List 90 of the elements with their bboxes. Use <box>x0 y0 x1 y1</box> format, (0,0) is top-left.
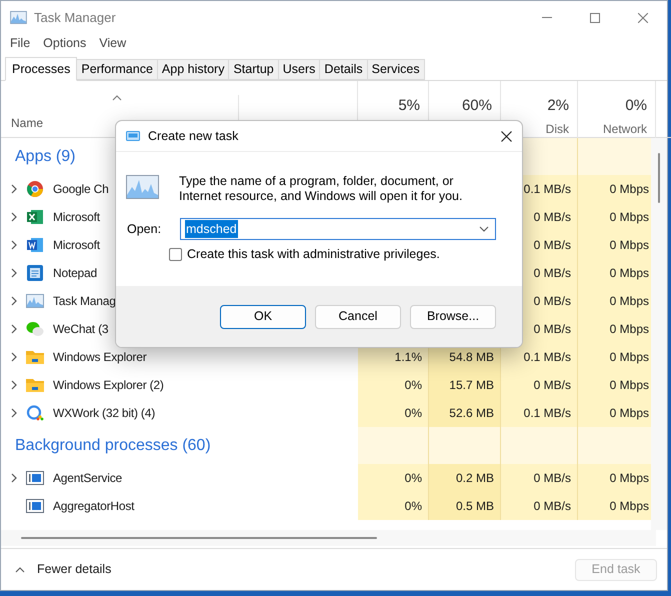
process-name: WeChat (3 <box>53 321 108 338</box>
expand-chevron-icon[interactable] <box>11 240 17 250</box>
tab[interactable]: App history <box>158 59 230 80</box>
menu-item[interactable]: File <box>10 34 30 52</box>
memory-percent: 60% <box>462 96 492 116</box>
tab[interactable]: Processes <box>5 57 78 81</box>
tab[interactable]: Services <box>368 59 425 80</box>
chat-bubbles-icon <box>26 321 44 337</box>
table-cell: 0% <box>358 464 429 492</box>
checkbox[interactable] <box>169 248 182 261</box>
process-name: Microsoft <box>53 237 100 254</box>
dialog-message: Type the name of a program, folder, document, or Internet resource, and Windows will open it for you. <box>179 174 464 204</box>
tab[interactable]: Users <box>278 59 320 80</box>
process-name: WXWork (32 bit) (4) <box>53 405 155 422</box>
expand-chevron-icon[interactable] <box>11 380 17 390</box>
chat-bubble-icon <box>26 405 44 421</box>
chart-window-icon <box>26 294 44 308</box>
table-cell: 0.1 MB/s <box>501 399 578 427</box>
process-name: Windows Explorer <box>53 349 146 366</box>
dropdown-caret-icon[interactable] <box>479 226 489 232</box>
tab[interactable]: Details <box>320 59 368 80</box>
table-cell <box>358 427 429 464</box>
checkbox-label[interactable]: Create this task with administrative privileges. <box>187 245 440 264</box>
expand-chevron-icon[interactable] <box>11 268 17 278</box>
table-cell: 0 MB/s <box>501 492 578 520</box>
horizontal-scrollbar[interactable] <box>1 530 656 546</box>
process-name: Microsoft <box>53 209 100 226</box>
column-header[interactable]: Network <box>602 120 647 138</box>
expand-chevron-icon[interactable] <box>11 184 17 194</box>
expand-chevron-icon[interactable] <box>11 408 17 418</box>
process-name: Windows Explorer (2) <box>53 377 164 394</box>
window-icon <box>26 498 44 514</box>
browser-icon <box>27 181 43 197</box>
tab[interactable]: Startup <box>229 59 279 80</box>
sort-caret-icon[interactable] <box>112 95 122 101</box>
notepad-icon <box>27 265 43 281</box>
group-heading: Background processes (60) <box>15 436 211 456</box>
maximize-icon <box>590 12 600 22</box>
table-cell: 15.7 MB <box>429 371 501 399</box>
table-cell: 0 MB/s <box>501 371 578 399</box>
chart-window-icon <box>10 11 27 24</box>
vertical-scrollbar[interactable] <box>651 138 667 530</box>
field-value: mdsched <box>185 220 238 238</box>
close-icon <box>638 12 648 22</box>
column-header[interactable]: Disk <box>546 120 569 138</box>
process-name: AggregatorHost <box>53 498 134 515</box>
dialog-button[interactable]: Browse... <box>410 304 496 328</box>
folder-icon <box>26 377 44 393</box>
process-name: Task Manag <box>53 293 116 310</box>
menu-item[interactable]: Options <box>43 34 86 52</box>
table-cell: 52.6 MB <box>429 399 501 427</box>
menu-item[interactable]: View <box>99 34 126 52</box>
table-cell: 0.2 MB <box>429 464 501 492</box>
cpu-percent: 5% <box>398 96 420 116</box>
close-icon <box>500 130 512 142</box>
column-header[interactable]: Name <box>11 114 44 132</box>
process-name: Google Ch <box>53 181 109 198</box>
document-icon <box>27 237 43 253</box>
window-icon <box>126 131 140 141</box>
expand-chevron-icon[interactable] <box>11 473 17 483</box>
group-heading: Apps (9) <box>15 146 76 166</box>
table-cell: 0 MB/s <box>501 464 578 492</box>
table-cell: 0.5 MB <box>429 492 501 520</box>
network-percent: 0% <box>625 96 647 116</box>
dialog-button[interactable]: OK <box>220 304 306 328</box>
table-cell <box>429 427 501 464</box>
collapse-caret-icon <box>15 566 25 572</box>
tab[interactable]: Performance <box>77 59 158 80</box>
expand-chevron-icon[interactable] <box>11 352 17 362</box>
table-cell: 0% <box>358 371 429 399</box>
process-name: Notepad <box>53 265 97 282</box>
expand-chevron-icon[interactable] <box>11 324 17 334</box>
spreadsheet-icon <box>27 209 43 225</box>
disk-percent: 2% <box>547 96 569 116</box>
table-cell: 0% <box>358 399 429 427</box>
minimize-icon <box>542 17 552 18</box>
fewer-details-button[interactable]: Fewer details <box>15 560 112 579</box>
expand-chevron-icon[interactable] <box>11 296 17 306</box>
window-title: Task Manager <box>34 8 116 27</box>
open-label: Open: <box>127 220 162 238</box>
expand-chevron-icon[interactable] <box>11 212 17 222</box>
chart-window-icon <box>126 175 159 199</box>
table-cell: 0.1 MB/s <box>501 343 578 371</box>
process-name: AgentService <box>53 470 122 487</box>
window-icon <box>26 470 44 486</box>
dialog-title: Create new task <box>148 128 238 145</box>
open-combo-field[interactable]: mdsched <box>180 218 496 240</box>
table-cell: 0% <box>358 492 429 520</box>
dialog-button[interactable]: Cancel <box>315 304 401 328</box>
folder-icon <box>26 349 44 365</box>
